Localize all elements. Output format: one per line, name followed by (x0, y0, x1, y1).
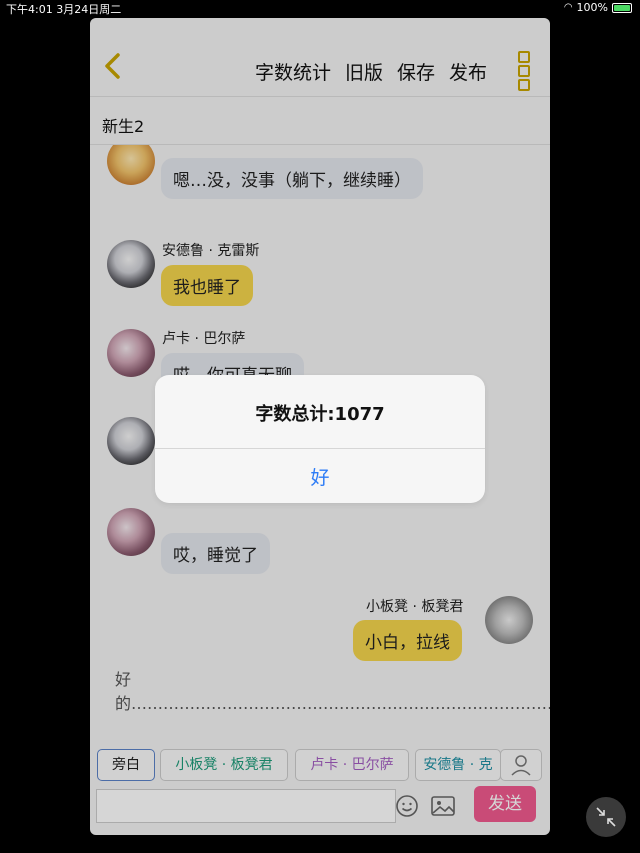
alert-title: 字数总计:1077 (255, 404, 385, 425)
alert-ok-button[interactable]: 好 (155, 463, 485, 490)
status-right: ◠ 100% (564, 1, 632, 14)
alert-dialog: 字数总计:1077 好 (155, 375, 485, 503)
alert-divider (155, 448, 485, 449)
status-bar: 下午4:01 3月24日周二 ◠ 100% (0, 0, 640, 16)
wifi-icon: ◠ (563, 2, 573, 13)
collapse-arrows-icon (596, 807, 616, 827)
status-time-date: 下午4:01 3月24日周二 (6, 3, 122, 16)
collapse-button[interactable] (586, 797, 626, 837)
battery-percent: 100% (576, 1, 608, 14)
battery-icon (612, 2, 632, 13)
